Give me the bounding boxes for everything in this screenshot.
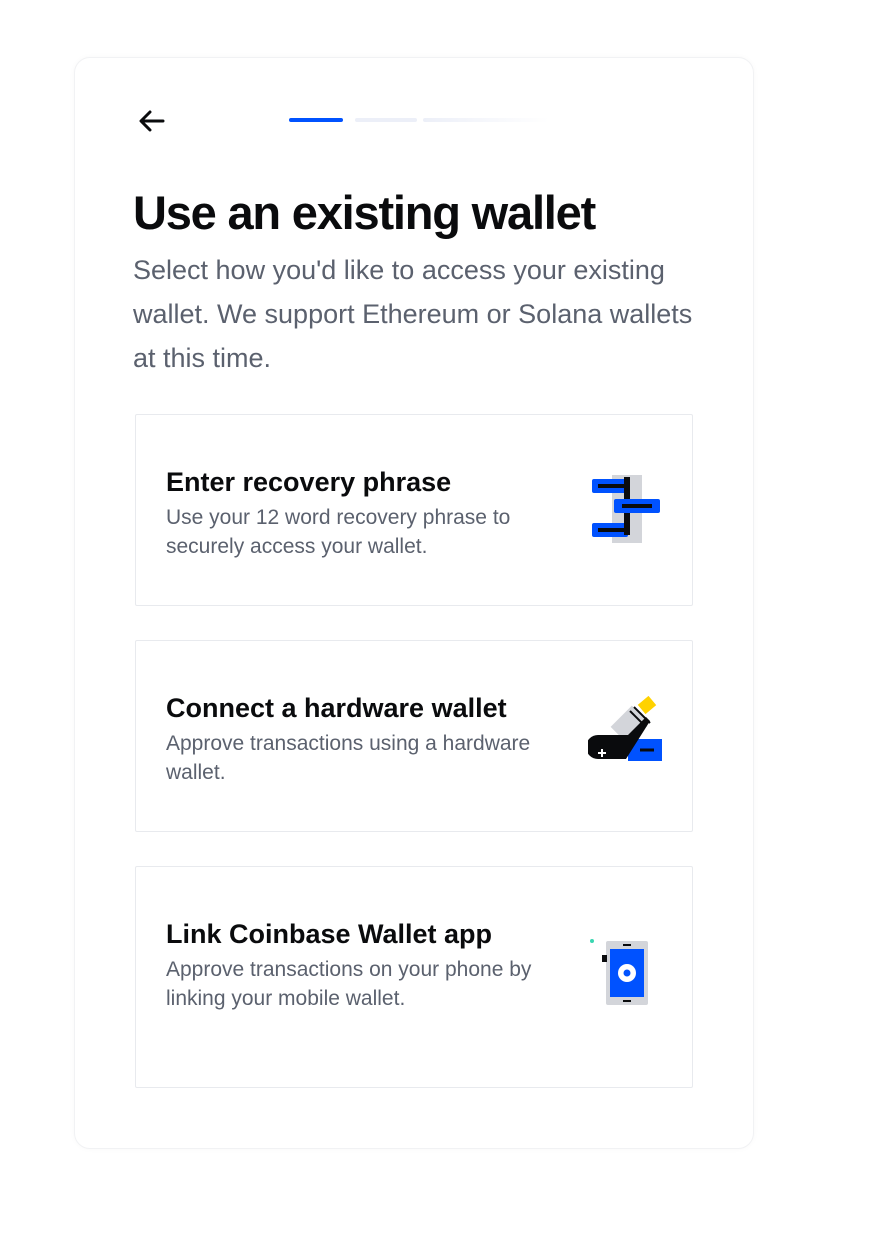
option-hardware-wallet[interactable]: Connect a hardware wallet Approve transa… [135, 640, 693, 832]
option-coinbase-wallet-app[interactable]: Link Coinbase Wallet app Approve transac… [135, 866, 693, 1088]
mobile-wallet-icon [588, 937, 668, 1017]
progress-step-1 [289, 118, 343, 122]
hardware-wallet-icon [588, 695, 668, 775]
step-progress-indicator [289, 118, 549, 123]
progress-step-2 [355, 118, 417, 122]
arrow-left-icon [139, 110, 165, 132]
progress-step-3 [423, 118, 549, 122]
page-title: Use an existing wallet [133, 186, 596, 239]
recovery-phrase-icon [588, 469, 668, 549]
page-subtitle: Select how you'd like to access your exi… [133, 255, 693, 373]
option-recovery-phrase[interactable]: Enter recovery phrase Use your 12 word r… [135, 414, 693, 606]
option-description: Use your 12 word recovery phrase to secu… [166, 506, 511, 558]
option-description: Approve transactions on your phone by li… [166, 958, 532, 1010]
back-button[interactable] [135, 104, 169, 138]
option-title: Link Coinbase Wallet app [166, 919, 493, 949]
wallet-onboarding-panel: Use an existing wallet Select how you'd … [74, 57, 754, 1149]
option-description: Approve transactions using a hardware wa… [166, 732, 531, 784]
option-title: Connect a hardware wallet [166, 693, 507, 723]
option-title: Enter recovery phrase [166, 467, 452, 497]
